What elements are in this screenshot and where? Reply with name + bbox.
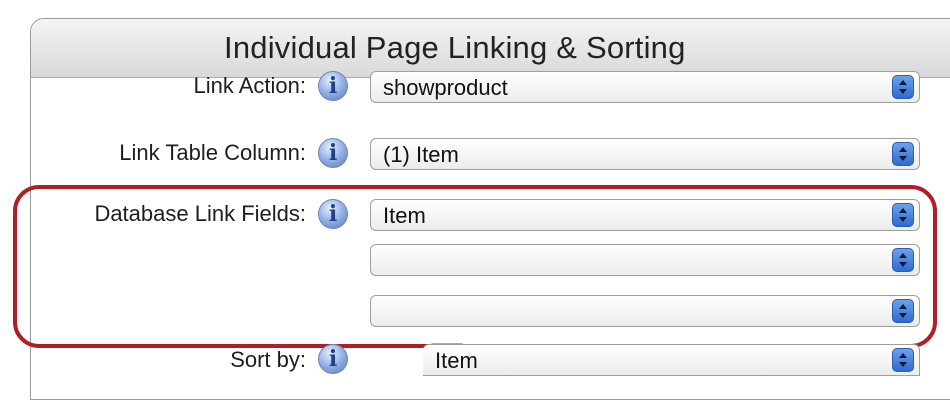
database-link-field-select-3[interactable]: [370, 295, 920, 327]
sort-by-label: Sort by:: [230, 347, 306, 372]
dropdown-arrows-icon: [892, 75, 914, 99]
info-icon[interactable]: i: [318, 199, 348, 229]
info-icon[interactable]: i: [318, 344, 348, 374]
link-action-value: showproduct: [383, 75, 508, 100]
link-table-column-value: (1) Item: [383, 142, 459, 167]
dropdown-arrows-icon: [892, 299, 914, 323]
database-link-field-select-2[interactable]: [370, 244, 920, 276]
database-link-field-value-1: Item: [383, 203, 426, 228]
link-table-column-label: Link Table Column:: [119, 140, 306, 165]
sort-by-select[interactable]: Item: [423, 344, 920, 376]
dropdown-arrows-icon: [892, 203, 914, 227]
info-icon[interactable]: i: [318, 138, 348, 168]
dropdown-arrows-icon: [892, 248, 914, 272]
link-action-select[interactable]: showproduct: [370, 71, 920, 103]
link-action-label: Link Action:: [193, 73, 306, 98]
dropdown-arrows-icon: [892, 142, 914, 166]
panel-title: Individual Page Linking & Sorting: [224, 30, 686, 65]
link-table-column-select[interactable]: (1) Item: [370, 138, 920, 170]
info-icon[interactable]: i: [318, 71, 348, 101]
dropdown-arrows-icon: [892, 348, 914, 372]
database-link-field-select-1[interactable]: Item: [370, 199, 920, 231]
database-link-fields-label: Database Link Fields:: [94, 201, 306, 226]
sort-by-value: Item: [435, 348, 478, 373]
panel-header: Individual Page Linking & Sorting: [31, 19, 950, 78]
